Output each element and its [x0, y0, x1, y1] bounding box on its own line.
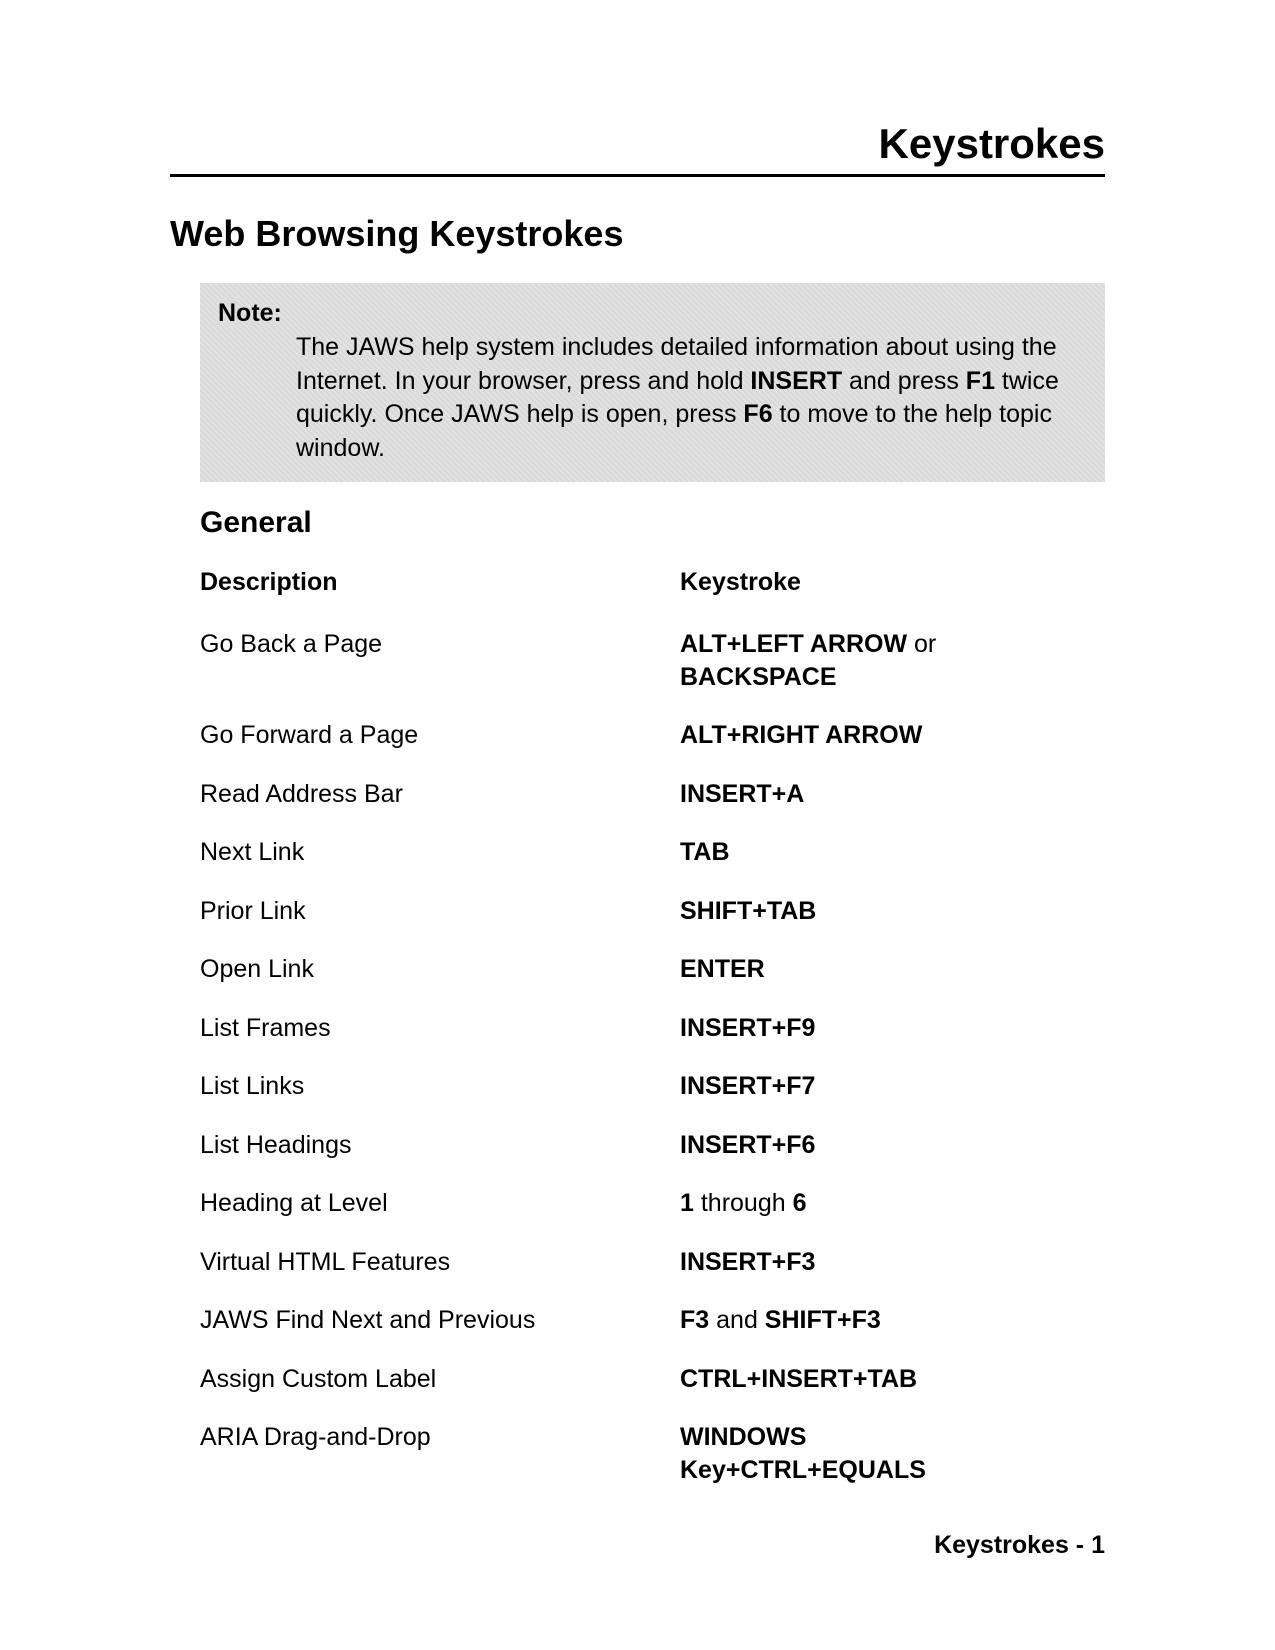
keystroke-table: Description Keystroke Go Back a PageALT+…	[200, 566, 960, 1487]
cell-keystroke: 1 through 6	[680, 1187, 960, 1220]
cell-keystroke: WINDOWS Key+CTRL+EQUALS	[680, 1421, 960, 1486]
table-header-row: Description Keystroke	[200, 566, 960, 599]
cell-keystroke: INSERT+F9	[680, 1012, 960, 1045]
cell-description: Virtual HTML Features	[200, 1246, 680, 1279]
table-row: Heading at Level1 through 6	[200, 1187, 960, 1220]
chapter-title: Keystrokes	[170, 120, 1105, 177]
cell-description: Go Forward a Page	[200, 719, 680, 752]
cell-keystroke: SHIFT+TAB	[680, 895, 960, 928]
table-row: List LinksINSERT+F7	[200, 1070, 960, 1103]
cell-description: ARIA Drag-and-Drop	[200, 1421, 680, 1454]
header-keystroke: Keystroke	[680, 566, 960, 599]
table-row: ARIA Drag-and-DropWINDOWS Key+CTRL+EQUAL…	[200, 1421, 960, 1486]
table-row: JAWS Find Next and PreviousF3 and SHIFT+…	[200, 1304, 960, 1337]
table-row: List FramesINSERT+F9	[200, 1012, 960, 1045]
cell-keystroke: ALT+RIGHT ARROW	[680, 719, 960, 752]
page: Keystrokes Web Browsing Keystrokes Note:…	[0, 0, 1275, 1650]
note-body: The JAWS help system includes detailed i…	[296, 331, 1087, 466]
note-label: Note:	[218, 299, 282, 327]
cell-description: Go Back a Page	[200, 628, 680, 661]
table-row: Assign Custom LabelCTRL+INSERT+TAB	[200, 1363, 960, 1396]
table-row: List HeadingsINSERT+F6	[200, 1129, 960, 1162]
cell-keystroke: ALT+LEFT ARROW or BACKSPACE	[680, 628, 960, 693]
sub-heading-general: General	[200, 506, 1105, 540]
cell-keystroke: INSERT+F7	[680, 1070, 960, 1103]
cell-keystroke: INSERT+F6	[680, 1129, 960, 1162]
cell-description: List Headings	[200, 1129, 680, 1162]
header-description: Description	[200, 566, 680, 599]
cell-keystroke: F3 and SHIFT+F3	[680, 1304, 960, 1337]
cell-keystroke: INSERT+A	[680, 778, 960, 811]
cell-description: Read Address Bar	[200, 778, 680, 811]
table-row: Read Address BarINSERT+A	[200, 778, 960, 811]
table-row: Go Back a PageALT+LEFT ARROW or BACKSPAC…	[200, 628, 960, 693]
note-box: Note: The JAWS help system includes deta…	[200, 283, 1105, 482]
table-row: Virtual HTML FeaturesINSERT+F3	[200, 1246, 960, 1279]
cell-description: Heading at Level	[200, 1187, 680, 1220]
cell-description: Assign Custom Label	[200, 1363, 680, 1396]
cell-description: Prior Link	[200, 895, 680, 928]
cell-description: JAWS Find Next and Previous	[200, 1304, 680, 1337]
cell-description: List Links	[200, 1070, 680, 1103]
cell-keystroke: INSERT+F3	[680, 1246, 960, 1279]
table-row: Go Forward a PageALT+RIGHT ARROW	[200, 719, 960, 752]
cell-keystroke: TAB	[680, 836, 960, 869]
cell-description: Open Link	[200, 953, 680, 986]
cell-description: List Frames	[200, 1012, 680, 1045]
table-row: Prior LinkSHIFT+TAB	[200, 895, 960, 928]
page-footer: Keystrokes - 1	[934, 1531, 1105, 1560]
cell-description: Next Link	[200, 836, 680, 869]
cell-keystroke: ENTER	[680, 953, 960, 986]
section-title: Web Browsing Keystrokes	[170, 213, 1105, 255]
cell-keystroke: CTRL+INSERT+TAB	[680, 1363, 960, 1396]
table-row: Open LinkENTER	[200, 953, 960, 986]
table-row: Next LinkTAB	[200, 836, 960, 869]
